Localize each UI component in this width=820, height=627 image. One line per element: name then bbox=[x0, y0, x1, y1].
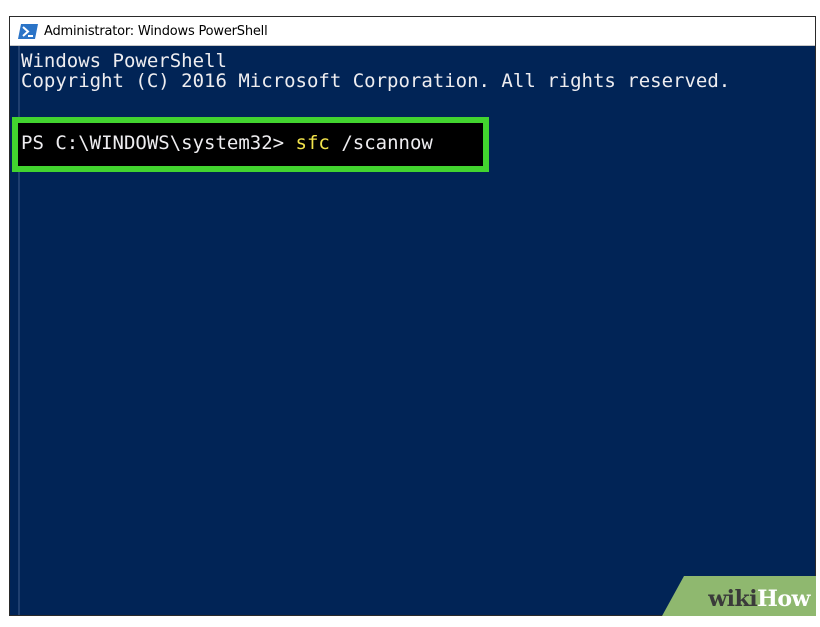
prompt-text: PS C:\WINDOWS\system32> bbox=[21, 132, 296, 154]
command-argument: /scannow bbox=[329, 132, 433, 154]
console-area[interactable]: Windows PowerShell Copyright (C) 2016 Mi… bbox=[10, 46, 815, 615]
command-text: sfc bbox=[295, 132, 330, 154]
powershell-window: Administrator: Windows PowerShell Window… bbox=[9, 16, 816, 616]
watermark-how: How bbox=[757, 586, 810, 612]
window-title: Administrator: Windows PowerShell bbox=[44, 23, 268, 39]
command-prompt-line[interactable]: PS C:\WINDOWS\system32> sfc /scannow bbox=[21, 133, 433, 153]
screenshot-frame: Administrator: Windows PowerShell Window… bbox=[0, 0, 820, 627]
watermark-text: wikiHow bbox=[708, 586, 810, 612]
watermark-wiki: wiki bbox=[708, 586, 758, 612]
console-header-line: Windows PowerShell bbox=[21, 50, 227, 72]
title-bar[interactable]: Administrator: Windows PowerShell bbox=[10, 17, 815, 46]
console-copyright-line: Copyright (C) 2016 Microsoft Corporation… bbox=[21, 70, 731, 92]
powershell-icon bbox=[18, 23, 38, 39]
wikihow-watermark: wikiHow bbox=[662, 576, 816, 616]
